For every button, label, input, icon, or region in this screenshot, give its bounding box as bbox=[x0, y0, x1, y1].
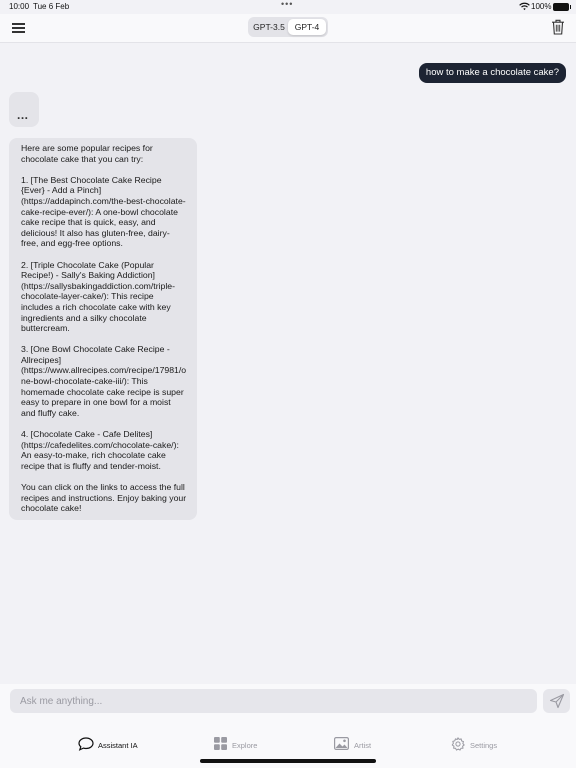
typing-indicator: ... bbox=[9, 92, 39, 127]
model-option-gpt-3-5[interactable]: GPT-3.5 bbox=[250, 19, 288, 35]
tab-label: Explore bbox=[232, 741, 258, 750]
battery-icon bbox=[553, 3, 571, 11]
trash-icon[interactable] bbox=[551, 19, 565, 35]
home-indicator bbox=[200, 759, 376, 763]
tab-assistant-ia[interactable]: Assistant IA bbox=[78, 737, 148, 753]
assistant-paragraph: 4. [Chocolate Cake - Cafe Delites](https… bbox=[21, 429, 179, 471]
tab-label: Settings bbox=[470, 741, 498, 750]
tab-label: Assistant IA bbox=[98, 741, 138, 750]
gear-icon bbox=[451, 737, 465, 751]
battery-percentage: 100% bbox=[531, 2, 552, 11]
tab-explore[interactable]: Explore bbox=[214, 737, 264, 753]
image-icon bbox=[334, 737, 349, 750]
tab-settings[interactable]: Settings bbox=[451, 737, 501, 753]
assistant-paragraph: 1. [The Best Chocolate Cake Recipe {Ever… bbox=[21, 174, 186, 249]
assistant-paragraph: You can click on the links to access the… bbox=[21, 482, 187, 514]
message-input[interactable] bbox=[10, 689, 537, 713]
menu-icon[interactable] bbox=[12, 23, 25, 33]
chat-bubble-icon bbox=[78, 737, 94, 751]
model-selector: GPT-3.5 GPT-4 bbox=[248, 17, 328, 37]
input-bar bbox=[0, 684, 576, 724]
model-option-gpt-4[interactable]: GPT-4 bbox=[288, 19, 326, 35]
tab-label: Artist bbox=[354, 741, 372, 750]
tab-artist[interactable]: Artist bbox=[334, 737, 376, 753]
assistant-message-bubble: Here are some popular recipes for chocol… bbox=[9, 138, 197, 520]
top-bar: GPT-3.5 GPT-4 bbox=[0, 14, 576, 43]
multitasking-dots-icon[interactable]: ••• bbox=[281, 0, 293, 9]
status-bar: 10:00 Tue 6 Feb ••• 100% bbox=[0, 0, 576, 14]
send-button[interactable] bbox=[543, 689, 570, 713]
wifi-icon bbox=[519, 2, 530, 11]
typing-dots: ... bbox=[17, 108, 29, 122]
assistant-paragraph: 2. [Triple Chocolate Cake (Popular Recip… bbox=[21, 259, 176, 334]
assistant-paragraph: Here are some popular recipes for chocol… bbox=[21, 143, 153, 164]
assistant-paragraph: 3. [One Bowl Chocolate Cake Recipe - All… bbox=[21, 344, 187, 418]
status-date: Tue 6 Feb bbox=[33, 2, 70, 11]
grid-icon bbox=[214, 737, 227, 750]
send-icon bbox=[549, 693, 565, 709]
user-message-bubble: how to make a chocolate cake? bbox=[418, 63, 566, 83]
status-time: 10:00 bbox=[9, 2, 30, 11]
